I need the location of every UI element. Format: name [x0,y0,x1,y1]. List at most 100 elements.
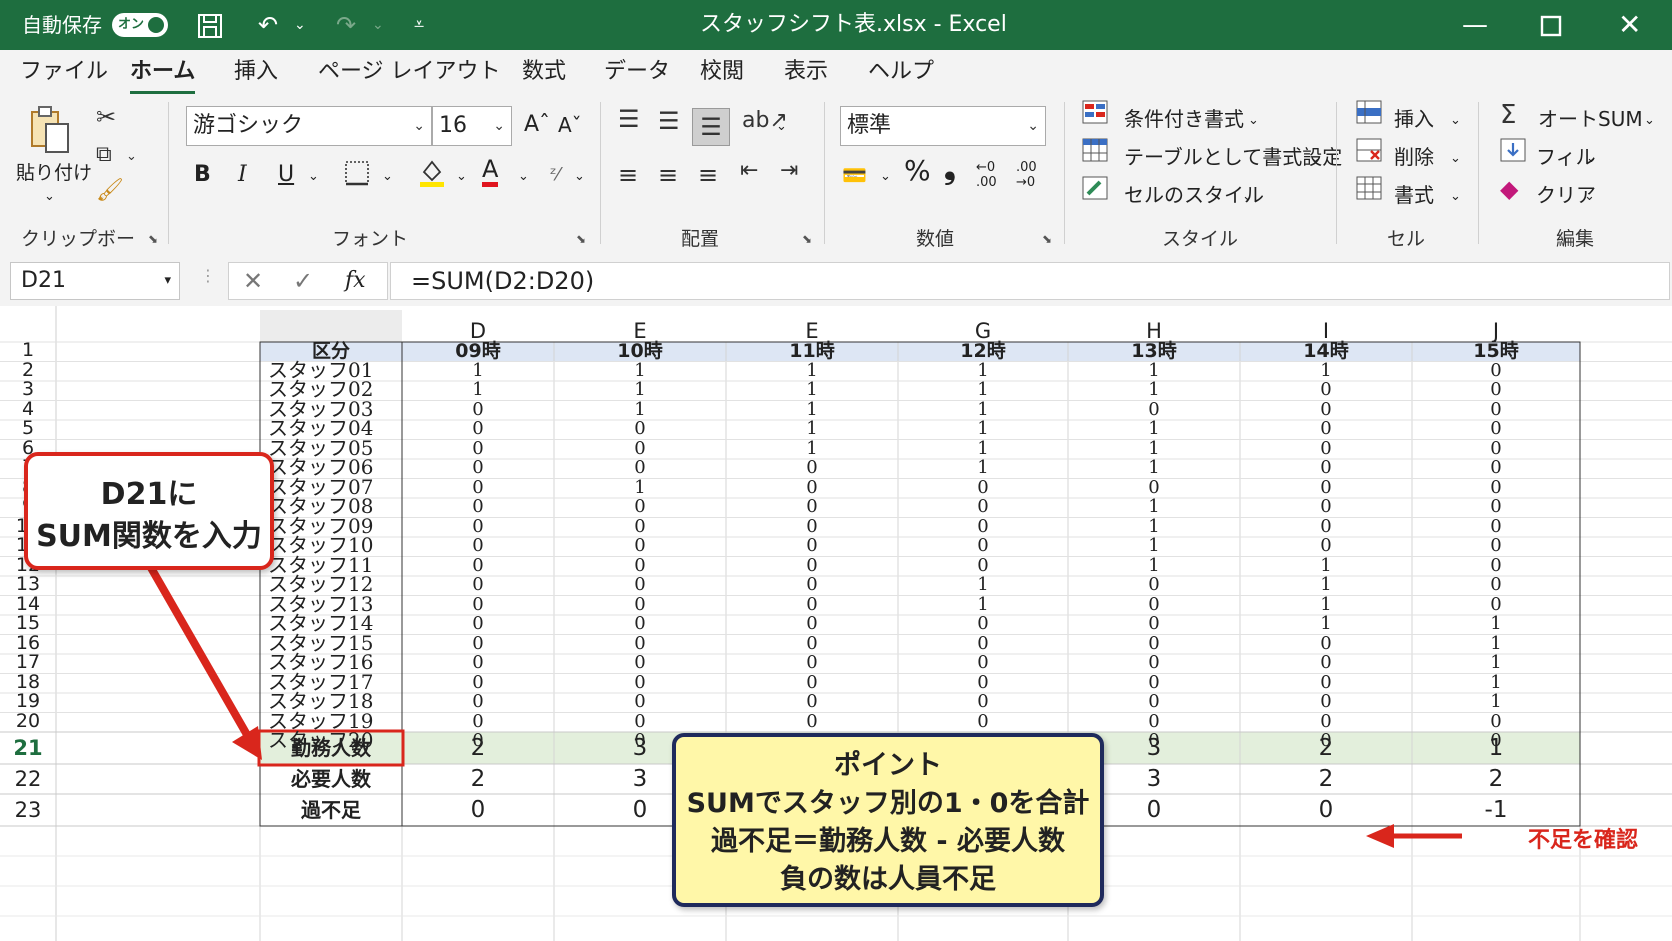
undo-icon[interactable]: ↶ [258,0,278,50]
value-cell[interactable]: 1 [402,380,554,400]
value-cell[interactable]: 1 [898,438,1068,459]
tab-data[interactable]: データ [604,58,670,86]
hour-header-cell[interactable]: 12時 [898,341,1068,362]
value-cell[interactable]: 0 [402,497,554,517]
conditional-dropdown-icon[interactable]: ⌄ [1248,108,1259,134]
value-cell[interactable]: 0 [402,692,554,712]
clipboard-launcher-icon[interactable]: ⬊ [148,232,158,246]
tab-insert[interactable]: 挿入 [234,58,278,86]
conditional-formatting-icon[interactable] [1082,100,1108,134]
customize-qat-icon[interactable]: ⩡ [414,0,424,50]
tab-formulas[interactable]: 数式 [522,58,566,86]
value-cell[interactable]: 0 [1412,380,1580,400]
value-cell[interactable]: 0 [402,438,554,459]
value-cell[interactable]: 0 [1412,438,1580,459]
value-cell[interactable]: 0 [1412,516,1580,537]
value-cell[interactable]: 1 [554,380,726,400]
conditional-formatting-button[interactable]: 条件付き書式 [1124,106,1244,132]
summary-label-cell[interactable]: 必要人数 [260,764,402,794]
orientation-dropdown-icon[interactable]: ⌄ [776,114,787,140]
value-cell[interactable]: 1 [898,380,1068,400]
value-cell[interactable]: 0 [554,536,726,556]
value-cell[interactable]: 0 [1412,497,1580,517]
value-cell[interactable]: 0 [1240,419,1412,439]
tab-file[interactable]: ファイル [20,58,108,86]
summary-cell[interactable]: 2 [402,764,554,794]
value-cell[interactable]: 0 [1240,477,1412,498]
value-cell[interactable]: 1 [1412,692,1580,712]
number-launcher-icon[interactable]: ⬊ [1042,232,1052,246]
border-dropdown-icon[interactable]: ⌄ [382,164,393,190]
hour-header-cell[interactable]: 10時 [554,341,726,362]
phonetic-icon[interactable]: ᶻ⁄ [550,162,560,188]
value-cell[interactable]: 0 [898,692,1068,712]
insert-dropdown-icon[interactable]: ⌄ [1450,108,1461,134]
value-cell[interactable]: 0 [554,614,726,634]
format-cells-icon[interactable] [1356,176,1382,210]
hour-header-cell[interactable]: 13時 [1068,341,1240,362]
value-cell[interactable]: 1 [726,438,898,459]
value-cell[interactable]: 0 [402,477,554,498]
name-box[interactable]: D21 ▾ [10,262,180,300]
bold-button[interactable]: B [194,162,211,188]
value-cell[interactable]: 0 [1068,633,1240,654]
value-cell[interactable]: 1 [1240,594,1412,615]
value-cell[interactable]: 0 [402,458,554,478]
maximize-icon[interactable] [1540,0,1562,50]
value-cell[interactable]: 0 [1068,653,1240,673]
align-bottom-icon[interactable]: ☰ [692,108,730,146]
value-cell[interactable]: 0 [1240,438,1412,459]
value-cell[interactable]: 0 [1068,477,1240,498]
value-cell[interactable]: 0 [402,594,554,615]
value-cell[interactable]: 1 [402,360,554,381]
value-cell[interactable]: 1 [1068,516,1240,537]
value-cell[interactable]: 0 [1240,692,1412,712]
resize-handle-icon[interactable]: ⋮ [200,266,216,285]
value-cell[interactable]: 0 [726,458,898,478]
insert-function-icon[interactable]: fx [345,263,366,299]
shrink-font-icon[interactable]: Aˇ [558,112,582,138]
value-cell[interactable]: 0 [726,536,898,556]
value-cell[interactable]: 1 [726,399,898,420]
value-cell[interactable]: 1 [1068,536,1240,556]
value-cell[interactable]: 0 [554,497,726,517]
value-cell[interactable]: 1 [554,477,726,498]
value-cell[interactable]: 0 [1068,575,1240,595]
formula-input[interactable]: =SUM(D2:D20) [390,262,1670,300]
value-cell[interactable]: 0 [554,692,726,712]
value-cell[interactable]: 0 [1412,575,1580,595]
value-cell[interactable]: 1 [554,399,726,420]
value-cell[interactable]: 0 [554,633,726,654]
paste-button[interactable]: 貼り付け [16,160,92,186]
alignment-launcher-icon[interactable]: ⬊ [802,232,812,246]
summary-cell[interactable]: 2 [402,732,554,764]
undo-dropdown-icon[interactable]: ⌄ [294,0,306,50]
value-cell[interactable]: 0 [1412,360,1580,381]
value-cell[interactable]: 1 [898,419,1068,439]
value-cell[interactable]: 0 [554,516,726,537]
value-cell[interactable]: 0 [898,633,1068,654]
tab-home[interactable]: ホーム [130,58,196,94]
summary-cell[interactable]: 0 [1240,794,1412,826]
value-cell[interactable]: 1 [1068,555,1240,576]
value-cell[interactable]: 0 [402,672,554,693]
value-cell[interactable]: 0 [1240,399,1412,420]
value-cell[interactable]: 0 [726,575,898,595]
value-cell[interactable]: 0 [1068,594,1240,615]
value-cell[interactable]: 1 [898,594,1068,615]
value-cell[interactable]: 0 [1412,711,1580,732]
autosum-icon[interactable]: Σ [1500,100,1516,130]
phonetic-dropdown-icon[interactable]: ⌄ [574,164,585,190]
value-cell[interactable]: 0 [402,419,554,439]
cut-icon[interactable]: ✂ [96,102,116,132]
value-cell[interactable]: 1 [1068,360,1240,381]
value-cell[interactable]: 0 [554,672,726,693]
value-cell[interactable]: 1 [1068,419,1240,439]
number-format-combo[interactable]: 標準 ⌄ [840,106,1046,146]
value-cell[interactable]: 0 [898,672,1068,693]
insert-cells-button[interactable]: 挿入 [1394,106,1434,132]
value-cell[interactable]: 0 [726,594,898,615]
value-cell[interactable]: 0 [554,575,726,595]
summary-label-cell[interactable]: 過不足 [260,794,402,826]
value-cell[interactable]: 0 [1068,614,1240,634]
